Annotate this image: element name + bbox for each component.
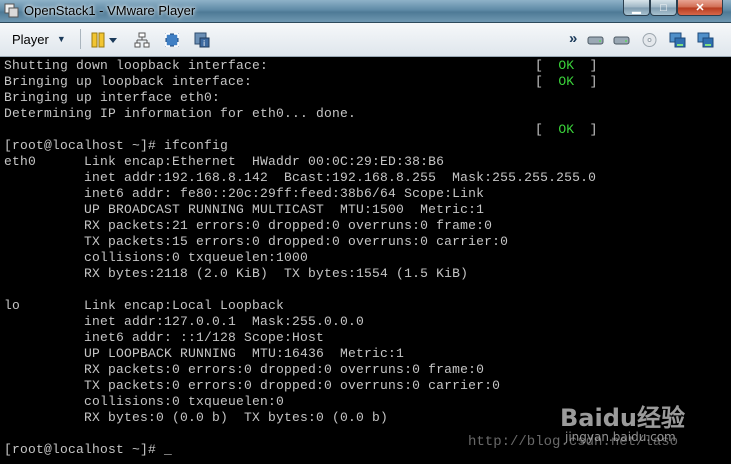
console-line: Shutting down loopback interface: [4,58,269,73]
console-line: RX bytes:0 (0.0 b) TX bytes:0 (0.0 b) [4,410,389,425]
player-menu-label: Player [12,31,49,47]
minimize-icon: ▁ [632,2,641,14]
status-ok-badge: [ OK ] [535,122,598,137]
title-bar: OpenStack1 - VMware Player ▁ □ ✕ [0,0,731,23]
console-line: RX bytes:2118 (2.0 KiB) TX bytes:1554 (1… [4,266,469,281]
vmware-app-icon [4,3,19,18]
console-line: inet6 addr: fe80::20c:29ff:feed:38b6/64 … [4,186,485,201]
blog-url-watermark: http://blog.csdn.net/laso [468,434,679,450]
console-line: inet addr:192.168.8.142 Bcast:192.168.8.… [4,170,597,185]
network-icon[interactable] [134,32,150,48]
network-adapter-icon[interactable] [669,32,686,48]
close-button[interactable]: ✕ [677,0,723,16]
status-ok-badge: [ OK ] [535,58,598,73]
pause-icon[interactable] [90,32,106,48]
console-line: UP LOOPBACK RUNNING MTU:16436 Metric:1 [4,346,405,361]
console-prompt: [root@localhost ~]# _ [4,442,173,457]
console-line: Determining IP information for eth0... d… [4,106,357,121]
console-line: collisions:0 txqueuelen:0 [4,394,285,409]
svg-text:i: i [203,39,205,48]
status-ok-badge: [ OK ] [535,74,598,89]
console-line: TX packets:0 errors:0 dropped:0 overruns… [4,378,501,393]
console-line: RX packets:0 errors:0 dropped:0 overruns… [4,362,485,377]
toolbar: Player ▼ i » [0,23,731,57]
vm-console[interactable]: Shutting down loopback interface: Bringi… [0,58,731,464]
more-devices-icon[interactable]: » [569,30,577,47]
close-icon: ✕ [695,2,705,14]
chevron-down-icon: ▼ [56,34,66,44]
console-line: Bringing up interface eth0: [4,90,221,105]
console-line: eth0 Link encap:Ethernet HWaddr 00:0C:29… [4,154,445,169]
console-line: Bringing up loopback interface: [4,74,253,89]
hard-disk-2-icon[interactable] [613,32,630,48]
usb-device-icon[interactable] [697,32,714,48]
console-line: inet6 addr: ::1/128 Scope:Host [4,330,325,345]
cd-drive-icon[interactable] [641,32,658,48]
console-line: TX packets:15 errors:0 dropped:0 overrun… [4,234,509,249]
console-line: RX packets:21 errors:0 dropped:0 overrun… [4,218,493,233]
minimize-button[interactable]: ▁ [623,0,650,16]
player-menu-button[interactable]: Player ▼ [6,28,72,50]
window-title: OpenStack1 - VMware Player [24,3,196,18]
fullscreen-icon[interactable] [164,32,180,48]
console-line: UP BROADCAST RUNNING MULTICAST MTU:1500 … [4,202,485,217]
unity-icon[interactable]: i [194,32,210,48]
console-line: collisions:0 txqueuelen:1000 [4,250,309,265]
console-line: [root@localhost ~]# ifconfig [4,138,229,153]
baidu-watermark: Baidu经验 [560,404,685,432]
maximize-icon: □ [660,1,667,14]
console-line: lo Link encap:Local Loopback [4,298,285,313]
maximize-button[interactable]: □ [650,0,677,16]
console-line: inet addr:127.0.0.1 Mask:255.0.0.0 [4,314,365,329]
toolbar-divider [80,29,81,49]
hard-disk-icon[interactable] [587,32,604,48]
pause-dropdown-icon[interactable] [108,32,118,48]
